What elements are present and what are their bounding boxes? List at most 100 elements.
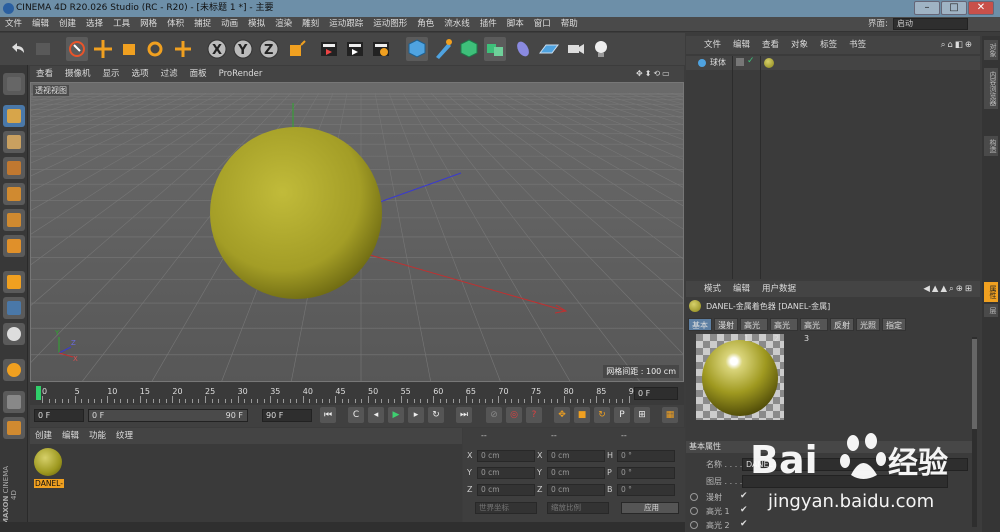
sphere-object[interactable]	[210, 127, 382, 299]
coordinate-system-button[interactable]	[286, 37, 308, 61]
viewport-menu-view[interactable]: 查看	[30, 66, 59, 82]
menu-item-2[interactable]: 创建	[54, 17, 81, 32]
redo-button[interactable]	[32, 37, 54, 61]
workplane-mode-button[interactable]	[3, 157, 25, 179]
channel-checkbox[interactable]: ✔	[740, 519, 748, 529]
tab-structure[interactable]: 构造	[984, 136, 998, 156]
menu-item-9[interactable]: 模拟	[243, 17, 270, 32]
menu-item-12[interactable]: 运动跟踪	[324, 17, 368, 32]
viewport-nav-icons[interactable]: ✥⬍⟲▭	[636, 69, 680, 79]
menu-item-13[interactable]: 运动图形	[368, 17, 412, 32]
tab-layers[interactable]: 层	[984, 304, 998, 317]
menu-item-18[interactable]: 窗口	[529, 17, 556, 32]
record-keys-button[interactable]: ⊘	[486, 407, 502, 423]
layer-icon[interactable]	[736, 58, 744, 66]
channel-radio[interactable]	[690, 521, 698, 529]
channel-radio[interactable]	[690, 493, 698, 501]
light-object-button[interactable]	[590, 37, 612, 61]
attribute-menu-mode[interactable]: 模式	[686, 281, 727, 297]
rotate-tool-button[interactable]	[144, 37, 166, 61]
coord-value-field[interactable]: 0 cm	[547, 450, 605, 462]
object-search-icons[interactable]: ⌕⌂◧⊕	[935, 36, 980, 54]
attribute-nav-icons[interactable]: ◀▲▲⌕⊕⊞	[917, 281, 980, 297]
object-row-sphere[interactable]: 球体 ✓	[686, 56, 980, 70]
material-swatch[interactable]: DANEL-	[34, 448, 64, 490]
attr-tab-4[interactable]: 高光 3	[800, 318, 828, 343]
viewport-menu-display[interactable]: 显示	[97, 66, 126, 82]
current-frame-marker[interactable]	[36, 386, 41, 400]
menu-item-0[interactable]: 文件	[0, 17, 27, 32]
tab-content-browser[interactable]: 内容浏览器	[984, 68, 998, 109]
subdivision-surface-button[interactable]	[458, 37, 480, 61]
keyframe-selection-button[interactable]: ?	[526, 407, 542, 423]
material-tag-icon[interactable]	[764, 58, 774, 68]
menu-item-11[interactable]: 雕刻	[297, 17, 324, 32]
coord-value-field[interactable]: 0 cm	[477, 450, 535, 462]
floor-object-button[interactable]	[538, 37, 560, 61]
render-view-button[interactable]	[318, 37, 340, 61]
frame-range-slider[interactable]: 0 F 90 F	[88, 409, 248, 422]
play-button[interactable]: ▶	[388, 407, 404, 423]
object-menu-file[interactable]: 文件	[686, 36, 727, 54]
material-menu-texture[interactable]: 纹理	[111, 428, 138, 444]
material-menu-create[interactable]: 创建	[30, 428, 57, 444]
menu-item-7[interactable]: 捕捉	[189, 17, 216, 32]
viewport-menu-panel[interactable]: 面板	[184, 66, 213, 82]
apply-button[interactable]: 应用	[621, 502, 679, 514]
next-frame-button[interactable]: ▸	[408, 407, 424, 423]
menu-item-5[interactable]: 网格	[135, 17, 162, 32]
start-frame-field[interactable]: 0 F	[34, 409, 84, 422]
menu-item-16[interactable]: 插件	[475, 17, 502, 32]
key-scale-button[interactable]: ■	[574, 407, 590, 423]
timeline-window-button[interactable]: ▦	[662, 407, 678, 423]
key-rotation-button[interactable]: ↻	[594, 407, 610, 423]
previous-frame-button[interactable]: ◂	[368, 407, 384, 423]
coord-value-field[interactable]: 0 cm	[547, 467, 605, 479]
deformer-button[interactable]	[512, 37, 534, 61]
attr-tab-0[interactable]: 基本	[688, 318, 712, 331]
scale-tool-button[interactable]	[118, 37, 140, 61]
menu-item-14[interactable]: 角色	[412, 17, 439, 32]
key-parameter-button[interactable]: P	[614, 407, 630, 423]
object-menu-tags[interactable]: 标签	[814, 36, 843, 54]
previous-key-button[interactable]: C	[348, 407, 364, 423]
scrollbar-thumb[interactable]	[972, 339, 977, 429]
timeline-ruler[interactable]: 051015202530354045505560657075808590 0 F	[30, 383, 684, 405]
maximize-button[interactable]: □	[941, 1, 967, 15]
array-generator-button[interactable]	[484, 37, 506, 61]
key-position-button[interactable]: ✥	[554, 407, 570, 423]
go-to-start-button[interactable]: ⏮	[320, 407, 336, 423]
cube-object-button[interactable]	[406, 37, 428, 61]
render-settings-button[interactable]	[370, 37, 392, 61]
scale-mode-select[interactable]: 缩放比例	[547, 502, 609, 514]
move-tool-button[interactable]	[92, 37, 114, 61]
planar-workplane-button[interactable]	[3, 417, 25, 439]
next-key-button[interactable]: ↻	[428, 407, 444, 423]
render-picture-viewer-button[interactable]	[344, 37, 366, 61]
point-mode-button[interactable]	[3, 183, 25, 205]
attr-tab-2[interactable]: 高光 1	[740, 318, 768, 343]
edge-mode-button[interactable]	[3, 209, 25, 231]
coord-value-field[interactable]: 0 °	[617, 467, 675, 479]
close-button[interactable]: ✕	[968, 1, 994, 15]
channel-checkbox[interactable]: ✔	[740, 505, 748, 515]
world-coordinates-select[interactable]: 世界坐标	[475, 502, 537, 514]
attribute-menu-userdata[interactable]: 用户数据	[756, 281, 802, 297]
attr-tab-3[interactable]: 高光 2	[770, 318, 798, 343]
material-menu-function[interactable]: 功能	[84, 428, 111, 444]
perspective-viewport[interactable]: Y Z X 透视视图 网格间距 : 100 cm	[30, 82, 684, 382]
coord-value-field[interactable]: 0 °	[617, 450, 675, 462]
menu-item-15[interactable]: 流水线	[439, 17, 475, 32]
snap-button[interactable]	[3, 323, 25, 345]
menu-item-6[interactable]: 体积	[162, 17, 189, 32]
end-frame-field[interactable]: 90 F	[262, 409, 312, 422]
menu-item-8[interactable]: 动画	[216, 17, 243, 32]
menu-item-3[interactable]: 选择	[81, 17, 108, 32]
menu-item-19[interactable]: 帮助	[556, 17, 583, 32]
tab-attributes[interactable]: 属性	[984, 282, 998, 302]
menu-item-17[interactable]: 脚本	[502, 17, 529, 32]
coord-value-field[interactable]: 0 cm	[547, 484, 605, 496]
timeline-end-field[interactable]: 0 F	[634, 387, 678, 400]
channel-checkbox[interactable]: ✔	[740, 491, 748, 501]
menu-item-4[interactable]: 工具	[108, 17, 135, 32]
